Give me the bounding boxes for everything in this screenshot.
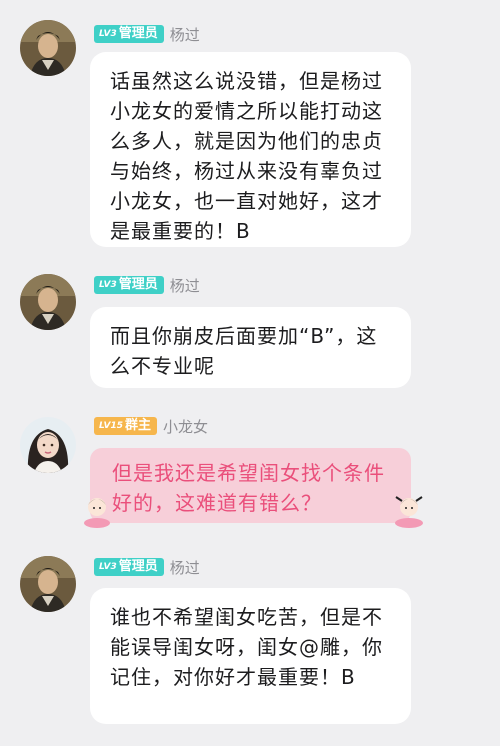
message-bubble[interactable]: 但是我还是希望闺女找个条件好的，这难道有错么？ [90, 448, 411, 523]
level-label: LV3 [99, 280, 117, 290]
owner-badge: LV15 群主 [94, 417, 158, 435]
warrior-avatar-icon[interactable] [20, 20, 76, 76]
admin-badge: LV3 管理员 [94, 276, 164, 294]
lady-avatar-icon[interactable] [20, 417, 76, 473]
bubble-frame-left-decoration-icon [84, 498, 110, 528]
role-label: 管理员 [118, 26, 158, 41]
sender-name[interactable]: 杨过 [170, 24, 200, 45]
message-bubble[interactable]: 话虽然这么说没错，但是杨过小龙女的爱情之所以能打动这么多人，就是因为他们的忠贞与… [90, 52, 411, 247]
message-bubble[interactable]: 而且你崩皮后面要加“B”，这么不专业呢 [90, 307, 411, 388]
level-label: LV3 [99, 562, 117, 572]
message-bubble[interactable]: 谁也不希望闺女吃苦，但是不能误导闺女呀，闺女@雕，你记住，对你好才最重要！B [90, 588, 411, 724]
level-label: LV3 [99, 29, 117, 39]
level-label: LV15 [99, 421, 123, 431]
bubble-frame-right-decoration-icon [395, 496, 423, 528]
sender-name[interactable]: 小龙女 [163, 416, 208, 437]
admin-badge: LV3 管理员 [94, 25, 164, 43]
warrior-avatar-icon[interactable] [20, 274, 76, 330]
sender-name[interactable]: 杨过 [170, 275, 200, 296]
role-label: 管理员 [118, 277, 158, 292]
role-label: 管理员 [118, 559, 158, 574]
sender-name[interactable]: 杨过 [170, 557, 200, 578]
role-label: 群主 [125, 418, 152, 433]
warrior-avatar-icon[interactable] [20, 556, 76, 612]
admin-badge: LV3 管理员 [94, 558, 164, 576]
